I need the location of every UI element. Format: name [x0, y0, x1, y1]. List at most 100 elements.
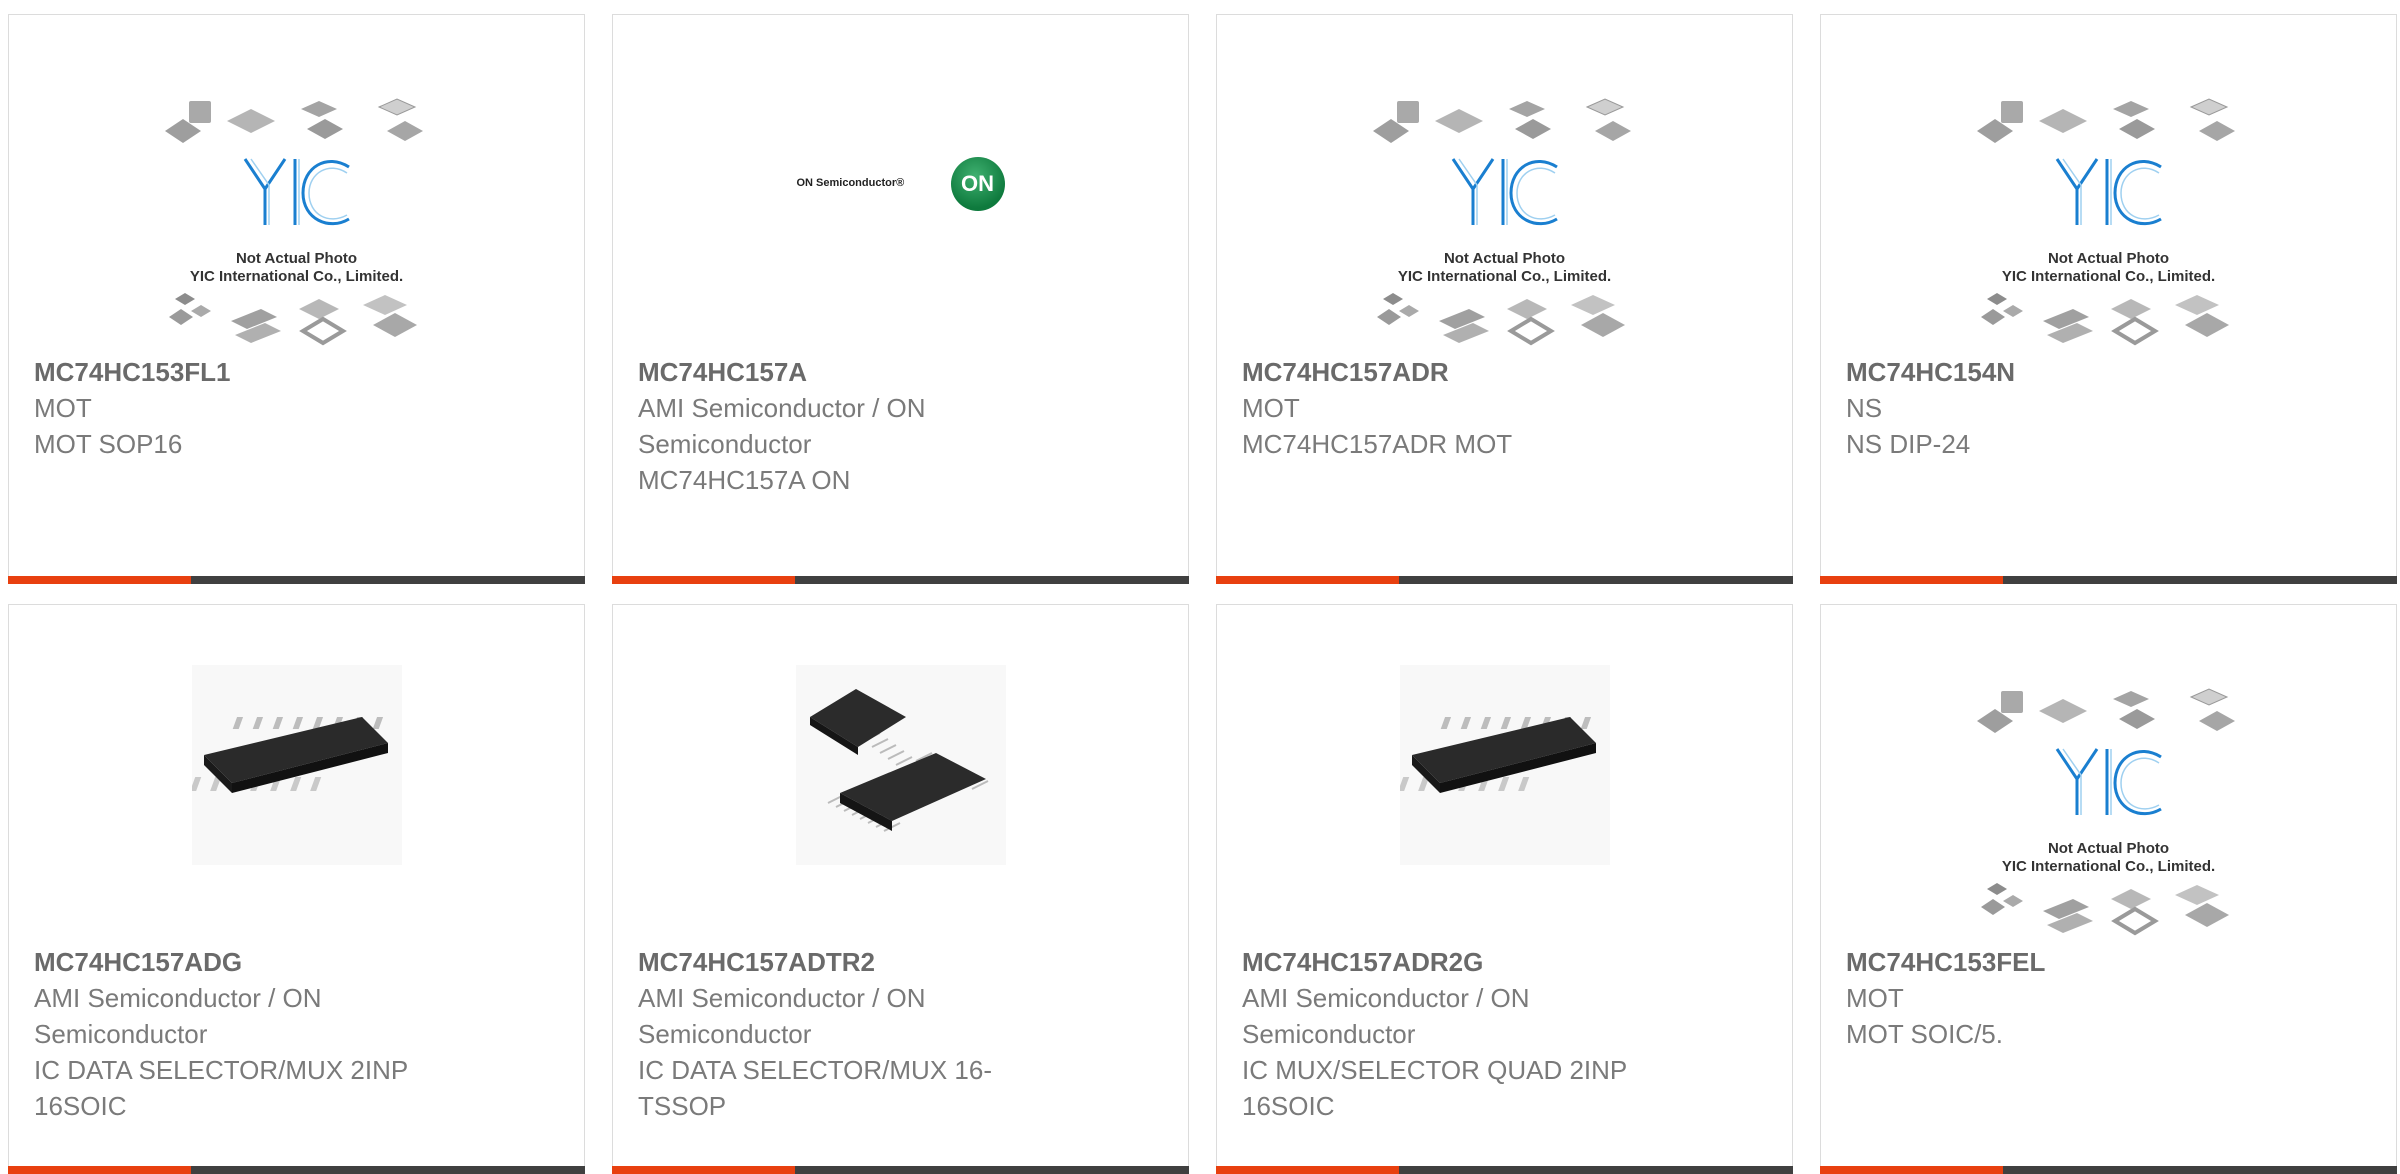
description-line: IC DATA SELECTOR/MUX 16-: [638, 1055, 992, 1085]
part-number-link[interactable]: MC74HC153FL1: [34, 354, 559, 390]
package-icons-bottom: [1980, 883, 2229, 936]
package-icons-top: [164, 98, 423, 143]
manufacturer-text: AMI Semiconductor / ON: [1242, 983, 1530, 1013]
manufacturer-text: MOT: [1242, 393, 1300, 423]
tssop-chips-image: [795, 665, 1006, 865]
product-image[interactable]: [9, 605, 584, 941]
soic-chip-icon: [1377, 717, 1596, 793]
card-bottom-bar: [1216, 576, 1793, 584]
not-actual-photo-image: Not Actual Photo YIC International Co., …: [161, 95, 433, 355]
description-line: MOT SOP16: [34, 429, 183, 459]
description-line: NS DIP-24: [1846, 429, 1971, 459]
on-logo-badge: ON: [950, 157, 1005, 211]
card-bottom-bar: [8, 576, 585, 584]
description-line: IC MUX/SELECTOR QUAD 2INP: [1242, 1055, 1628, 1085]
card-accent-bar: [8, 576, 191, 584]
part-number-link[interactable]: MC74HC157A: [638, 354, 1163, 390]
card-accent-bar: [1820, 1166, 2003, 1174]
description-line: Semiconductor: [1242, 1019, 1416, 1049]
not-actual-photo-image: Not Actual Photo YIC International Co., …: [1973, 95, 2245, 355]
product-card[interactable]: Not Actual Photo YIC International Co., …: [1820, 604, 2397, 1174]
product-card[interactable]: MC74HC157ADR2G AMI Semiconductor / ON Sem…: [1216, 604, 1793, 1174]
product-image[interactable]: [1217, 605, 1792, 941]
description-line: 16SOIC: [1242, 1091, 1335, 1121]
yic-logo-icon: [243, 158, 350, 226]
card-accent-bar: [612, 576, 795, 584]
package-icons-top: [1976, 688, 2235, 733]
card-accent-bar: [1216, 1166, 1399, 1174]
card-bottom-bar: [1820, 576, 2397, 584]
product-card[interactable]: ON Semiconductor® ON MC74HC157A AMI Semi…: [612, 14, 1189, 584]
part-number-link[interactable]: MC74HC157ADR2G: [1242, 944, 1767, 980]
part-number-link[interactable]: MC74HC157ADTR2: [638, 944, 1163, 980]
soic-chip-image: [169, 665, 402, 865]
on-semiconductor-logo: ON Semiconductor® ON: [797, 155, 1005, 213]
on-logo-text: ON Semiconductor®: [796, 177, 905, 189]
card-bottom-bar: [612, 576, 1189, 584]
manufacturer-text: AMI Semiconductor / ON: [638, 983, 926, 1013]
manufacturer-text: MOT: [1846, 983, 1904, 1013]
manufacturer-text: MOT: [34, 393, 92, 423]
card-bottom-bar: [1216, 1166, 1793, 1174]
product-card[interactable]: MC74HC157ADG AMI Semiconductor / ON Semic…: [8, 604, 585, 1174]
placeholder-caption-2: YIC International Co., Limited.: [189, 268, 404, 285]
not-actual-photo-image: Not Actual Photo YIC International Co., …: [1973, 685, 2245, 945]
card-bottom-bar: [1820, 1166, 2397, 1174]
product-card[interactable]: MC74HC157ADTR2 AMI Semiconductor / ON Sem…: [612, 604, 1189, 1174]
product-image[interactable]: [613, 605, 1188, 941]
package-icons-bottom: [1980, 293, 2229, 346]
card-bottom-bar: [8, 1166, 585, 1174]
yic-logo-icon: [1451, 158, 1558, 226]
placeholder-caption-1: Not Actual Photo: [1443, 250, 1566, 267]
product-card[interactable]: Not Actual Photo YIC International Co., …: [1216, 14, 1793, 584]
package-icons-top: [1976, 98, 2235, 143]
description-line: MC74HC157A ON: [638, 465, 851, 495]
product-image[interactable]: ON Semiconductor® ON: [613, 15, 1188, 351]
placeholder-caption-2: YIC International Co., Limited.: [2001, 858, 2216, 875]
card-accent-bar: [8, 1166, 191, 1174]
soic-chip-icon: [169, 717, 388, 793]
card-accent-bar: [1216, 576, 1399, 584]
soic-chip-image: [1377, 665, 1610, 865]
card-accent-bar: [612, 1166, 795, 1174]
placeholder-caption-1: Not Actual Photo: [2047, 250, 2170, 267]
product-info: MC74HC153FEL MOT MOT SOIC/5.: [1846, 944, 2371, 1052]
package-icons-bottom: [168, 293, 417, 346]
product-image[interactable]: Not Actual Photo YIC International Co., …: [1821, 15, 2396, 351]
manufacturer-text: NS: [1846, 393, 1883, 423]
product-info: MC74HC157ADTR2 AMI Semiconductor / ON Sem…: [638, 944, 1163, 1124]
part-number-link[interactable]: MC74HC154N: [1846, 354, 2371, 390]
product-image[interactable]: Not Actual Photo YIC International Co., …: [1821, 605, 2396, 941]
description-line: MOT SOIC/5.: [1846, 1019, 2003, 1049]
part-number-link[interactable]: MC74HC153FEL: [1846, 944, 2371, 980]
part-number-link[interactable]: MC74HC157ADG: [34, 944, 559, 980]
product-info: MC74HC153FL1 MOT MOT SOP16: [34, 354, 559, 462]
description-line: TSSOP: [638, 1091, 727, 1121]
product-image[interactable]: Not Actual Photo YIC International Co., …: [1217, 15, 1792, 351]
placeholder-caption-2: YIC International Co., Limited.: [2001, 268, 2216, 285]
description-line: Semiconductor: [638, 429, 812, 459]
description-line: MC74HC157ADR MOT: [1242, 429, 1513, 459]
product-image[interactable]: Not Actual Photo YIC International Co., …: [9, 15, 584, 351]
yic-logo-icon: [2055, 748, 2162, 816]
yic-logo-icon: [2055, 158, 2162, 226]
placeholder-caption-1: Not Actual Photo: [2047, 840, 2170, 857]
product-info: MC74HC157ADR MOT MC74HC157ADR MOT: [1242, 354, 1767, 462]
part-number-link[interactable]: MC74HC157ADR: [1242, 354, 1767, 390]
product-card[interactable]: Not Actual Photo YIC International Co., …: [8, 14, 585, 584]
manufacturer-text: AMI Semiconductor / ON: [638, 393, 926, 423]
product-info: MC74HC157ADG AMI Semiconductor / ON Semic…: [34, 944, 559, 1124]
product-info: MC74HC157ADR2G AMI Semiconductor / ON Sem…: [1242, 944, 1767, 1124]
placeholder-caption-1: Not Actual Photo: [235, 250, 358, 267]
description-line: IC DATA SELECTOR/MUX 2INP: [34, 1055, 409, 1085]
product-info: MC74HC157A AMI Semiconductor / ON Semicon…: [638, 354, 1163, 498]
card-accent-bar: [1820, 576, 2003, 584]
package-icons-bottom: [1376, 293, 1625, 346]
card-bottom-bar: [612, 1166, 1189, 1174]
product-info: MC74HC154N NS NS DIP-24: [1846, 354, 2371, 462]
placeholder-caption-2: YIC International Co., Limited.: [1397, 268, 1612, 285]
product-card[interactable]: Not Actual Photo YIC International Co., …: [1820, 14, 2397, 584]
description-line: 16SOIC: [34, 1091, 127, 1121]
not-actual-photo-image: Not Actual Photo YIC International Co., …: [1369, 95, 1641, 355]
tssop-chips-icon: [809, 689, 988, 832]
